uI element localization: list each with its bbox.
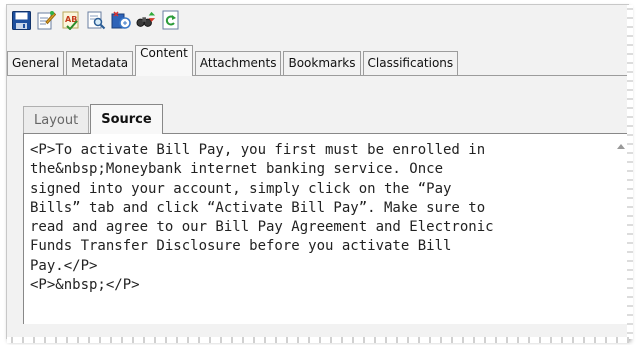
tab-content[interactable]: Content [135, 45, 193, 76]
tab-layout[interactable]: Layout [23, 106, 90, 133]
save-icon[interactable] [11, 10, 31, 30]
broadcast-icon[interactable] [111, 10, 131, 30]
main-tab-bar: General Metadata Content Attachments Boo… [7, 45, 460, 76]
editor-window: AB General Metadata Content Attachments … [6, 4, 633, 343]
toolbar: AB [7, 5, 181, 35]
torn-edge-right [627, 5, 633, 339]
tab-bookmarks[interactable]: Bookmarks [283, 51, 361, 75]
refresh-icon[interactable] [161, 10, 181, 30]
content-panel: Layout Source <P>To activate Bill Pay, y… [7, 75, 629, 340]
tab-metadata[interactable]: Metadata [66, 51, 134, 75]
source-editor[interactable]: <P>To activate Bill Pay, you first must … [23, 133, 629, 324]
find-icon[interactable] [86, 10, 106, 30]
tab-general[interactable]: General [7, 51, 65, 75]
editor-mode-tabs: Layout Source [23, 103, 164, 134]
tab-classifications[interactable]: Classifications [362, 51, 459, 75]
spell-check-icon[interactable]: AB [61, 10, 81, 30]
edit-document-icon[interactable] [36, 10, 56, 30]
torn-edge-bottom [7, 337, 629, 343]
scroll-up-arrow-icon[interactable] [617, 144, 625, 149]
tab-source[interactable]: Source [90, 104, 163, 134]
tab-attachments[interactable]: Attachments [194, 51, 282, 75]
source-code-text[interactable]: <P>To activate Bill Pay, you first must … [30, 141, 590, 295]
binoculars-icon[interactable] [136, 10, 156, 30]
